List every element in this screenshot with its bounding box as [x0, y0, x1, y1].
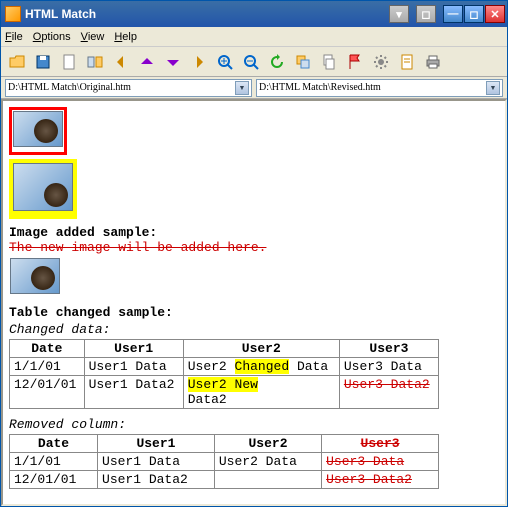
removed-text: User3 Data2: [344, 377, 430, 392]
removed-text: User3 Data: [326, 454, 404, 469]
menu-file[interactable]: File: [5, 31, 23, 43]
diff-viewport[interactable]: Image added sample: The new image will b…: [1, 99, 507, 506]
path-right[interactable]: D:\HTML Match\Revised.htm ▼: [256, 79, 503, 97]
menu-options[interactable]: Options: [33, 31, 71, 43]
image-sample: [9, 257, 61, 299]
section-image-added: Image added sample:: [9, 225, 499, 240]
col-date: Date: [10, 340, 85, 358]
app-window: HTML Match ▾ ◻ — ◻ ✕ File Options View H…: [0, 0, 508, 507]
col-user1: User1: [98, 435, 215, 453]
toolbar: [1, 47, 507, 77]
arrow-left-icon[interactable]: [109, 50, 133, 74]
open-icon[interactable]: [5, 50, 29, 74]
menu-help[interactable]: Help: [114, 31, 137, 43]
menu-view[interactable]: View: [81, 31, 105, 43]
table-row: 1/1/01 User1 Data User2 Changed Data Use…: [10, 358, 439, 376]
page-icon[interactable]: [57, 50, 81, 74]
maximize-button[interactable]: ◻: [464, 5, 484, 23]
thumbnail-icon: [10, 258, 60, 294]
image-removed: [9, 107, 67, 155]
section-table-changed: Table changed sample:: [9, 305, 499, 320]
thumbnail-icon: [13, 163, 73, 211]
menubar: File Options View Help: [1, 27, 507, 47]
subhead-changed-data: Changed data:: [9, 322, 499, 337]
table-header-row: Date User1 User2 User3: [10, 435, 439, 453]
col-user1: User1: [84, 340, 183, 358]
removed-text: The new image will be added here.: [9, 240, 499, 255]
print-icon[interactable]: [421, 50, 445, 74]
app-icon: [5, 6, 21, 22]
zoom-out-icon[interactable]: [239, 50, 263, 74]
table-removed-column: Date User1 User2 User3 1/1/01 User1 Data…: [9, 434, 439, 489]
path-left[interactable]: D:\HTML Match\Original.htm ▼: [5, 79, 252, 97]
close-button[interactable]: ✕: [485, 5, 505, 23]
col-date: Date: [10, 435, 98, 453]
subhead-removed-col: Removed column:: [9, 417, 499, 432]
arrow-up-icon[interactable]: [135, 50, 159, 74]
save-icon[interactable]: [31, 50, 55, 74]
titlebar: HTML Match ▾ ◻ — ◻ ✕: [1, 1, 507, 27]
arrow-down-icon[interactable]: [161, 50, 185, 74]
window-title: HTML Match: [25, 7, 389, 21]
path-bar: D:\HTML Match\Original.htm ▼ D:\HTML Mat…: [1, 77, 507, 99]
flag-icon[interactable]: [343, 50, 367, 74]
aux-button-2[interactable]: ◻: [416, 5, 436, 23]
arrow-right-icon[interactable]: [187, 50, 211, 74]
overlay-icon[interactable]: [291, 50, 315, 74]
document-icon[interactable]: [395, 50, 419, 74]
refresh-icon[interactable]: [265, 50, 289, 74]
col-user3: User3: [339, 340, 438, 358]
table-row: 1/1/01 User1 Data User2 Data User3 Data: [10, 453, 439, 471]
thumbnail-icon: [13, 111, 63, 147]
col-user2: User2: [214, 435, 321, 453]
table-changed-data: Date User1 User2 User3 1/1/01 User1 Data…: [9, 339, 439, 409]
settings-icon[interactable]: [369, 50, 393, 74]
dropdown-icon[interactable]: ▼: [235, 81, 249, 95]
col-user3: User3: [322, 435, 439, 453]
copy-icon[interactable]: [317, 50, 341, 74]
removed-text: User3 Data2: [326, 472, 412, 487]
table-header-row: Date User1 User2 User3: [10, 340, 439, 358]
path-right-text: D:\HTML Match\Revised.htm: [259, 82, 486, 93]
image-added: [9, 159, 77, 219]
aux-button-1[interactable]: ▾: [389, 5, 409, 23]
diff-highlight: User2 New: [188, 377, 258, 392]
table-row: 12/01/01 User1 Data2 User3 Data2: [10, 471, 439, 489]
zoom-in-icon[interactable]: [213, 50, 237, 74]
dropdown-icon[interactable]: ▼: [486, 81, 500, 95]
diff-highlight: Changed: [235, 359, 290, 374]
table-row: 12/01/01 User1 Data2 User2 NewData2 User…: [10, 376, 439, 409]
minimize-button[interactable]: —: [443, 5, 463, 23]
col-user2: User2: [183, 340, 339, 358]
window-buttons: ▾ ◻ — ◻ ✕: [389, 5, 505, 23]
path-left-text: D:\HTML Match\Original.htm: [8, 82, 235, 93]
compare-icon[interactable]: [83, 50, 107, 74]
